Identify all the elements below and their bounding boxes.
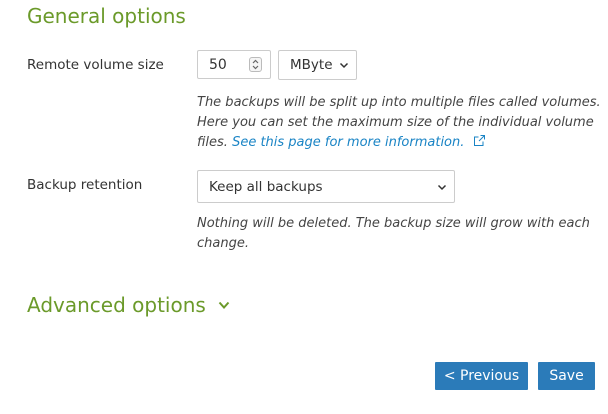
general-options-page: General options Remote volume size 50 MB…	[0, 0, 608, 414]
backup-retention-value: Keep all backups	[209, 178, 323, 195]
volume-size-value: 50	[209, 57, 227, 73]
chevron-down-icon	[437, 179, 447, 195]
volume-size-help-line: The backups will be split up into multip…	[197, 95, 601, 110]
number-spinner-icon[interactable]	[249, 57, 262, 72]
more-info-link[interactable]: See this page for more information.	[232, 135, 464, 150]
volume-size-help: The backups will be split up into multip…	[197, 93, 601, 154]
chevron-down-icon	[218, 290, 230, 316]
volume-size-input[interactable]: 50	[197, 50, 271, 79]
remote-volume-size-label: Remote volume size	[27, 57, 164, 73]
volume-size-help-prefix: files.	[197, 135, 228, 150]
external-link-icon[interactable]	[473, 134, 486, 154]
volume-size-help-line: Here you can set the maximum size of the…	[197, 115, 594, 130]
previous-button[interactable]: < Previous	[435, 362, 528, 390]
backup-retention-label: Backup retention	[27, 177, 143, 193]
backup-retention-select[interactable]: Keep all backups	[197, 170, 455, 203]
backup-retention-help-line: change.	[197, 236, 249, 251]
volume-size-unit-value: MByte	[290, 57, 333, 73]
general-options-title: General options	[27, 4, 186, 28]
volume-size-unit-select[interactable]: MByte	[278, 50, 357, 80]
advanced-options-toggle[interactable]: Advanced options	[27, 290, 230, 318]
save-button[interactable]: Save	[538, 362, 595, 390]
backup-retention-help-line: Nothing will be deleted. The backup size…	[197, 216, 590, 231]
chevron-down-icon	[339, 57, 349, 73]
volume-size-help-line: files. See this page for more informatio…	[197, 133, 601, 154]
backup-retention-help: Nothing will be deleted. The backup size…	[197, 214, 590, 254]
advanced-options-title: Advanced options	[27, 293, 206, 317]
